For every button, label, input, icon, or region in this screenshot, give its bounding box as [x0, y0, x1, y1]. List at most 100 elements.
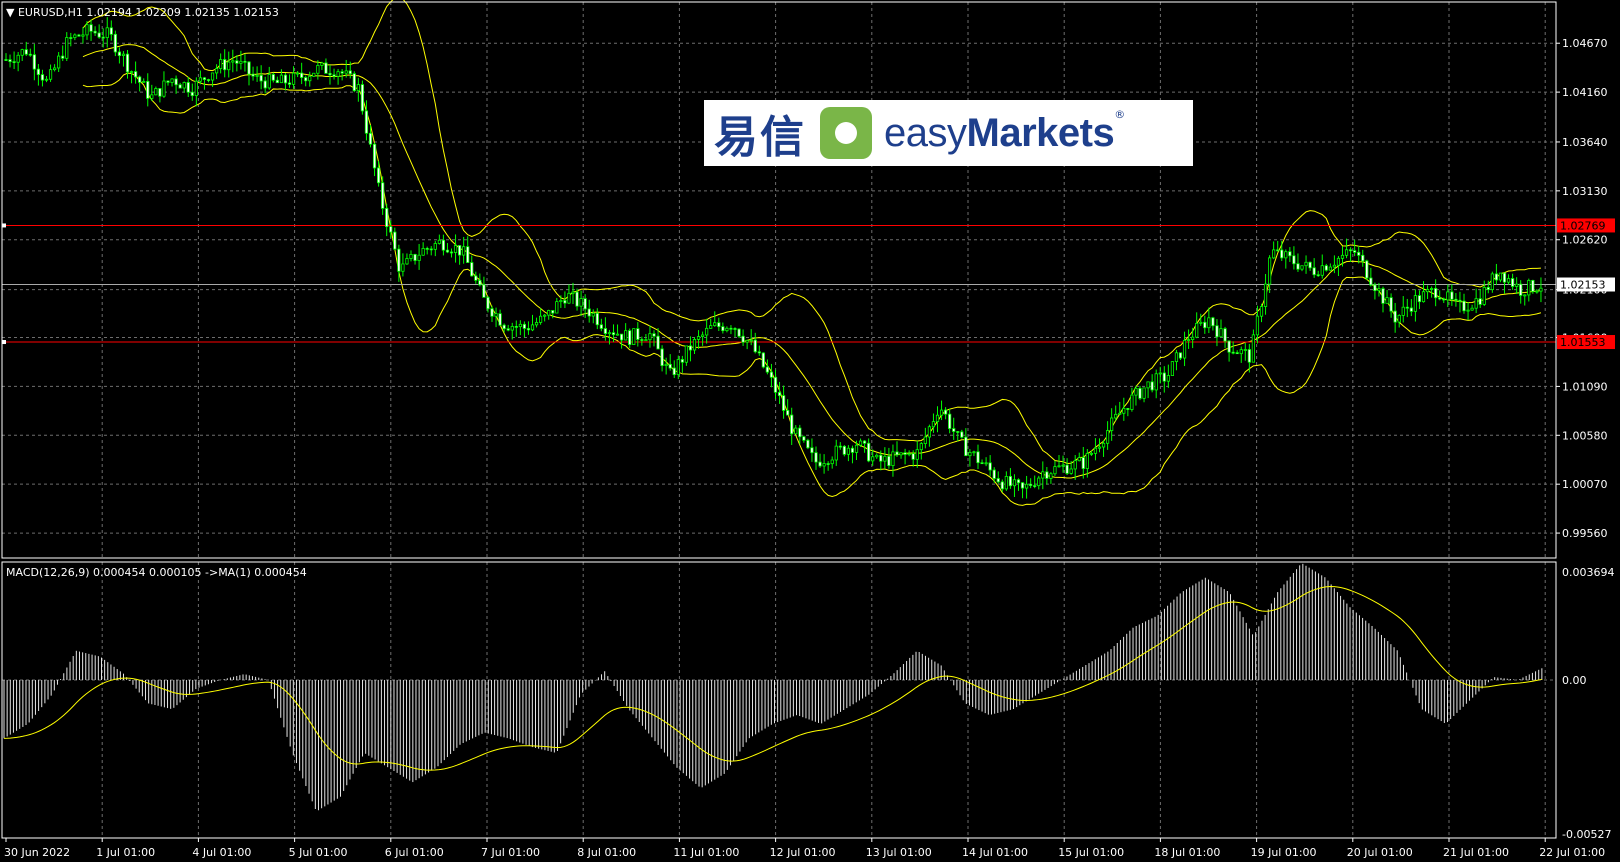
- candle-body: [620, 333, 624, 341]
- candle-body: [749, 339, 753, 342]
- candle-body: [530, 324, 535, 331]
- candle-body: [474, 275, 478, 281]
- candle-body: [1199, 321, 1203, 324]
- candle-body: [1438, 297, 1442, 300]
- candle-body: [915, 449, 919, 460]
- candle-body: [1498, 272, 1503, 281]
- candle-body: [1037, 477, 1041, 487]
- candle-body: [105, 27, 109, 38]
- candle-body: [1162, 372, 1166, 382]
- candle-body: [1203, 321, 1207, 329]
- candle-body: [449, 251, 454, 254]
- candle-body: [1296, 263, 1300, 270]
- candle-body: [1482, 287, 1486, 305]
- candle-body: [1268, 257, 1272, 285]
- candle-body: [117, 51, 121, 56]
- candle-body: [842, 445, 846, 455]
- candle-body: [1373, 284, 1377, 292]
- candle-body: [761, 352, 765, 368]
- x-tick-label: 11 Jul 01:00: [673, 846, 739, 859]
- candle-body: [259, 74, 263, 82]
- x-tick-label: 21 Jul 01:00: [1443, 846, 1509, 859]
- candle-body: [425, 248, 429, 250]
- candle-body: [794, 427, 798, 435]
- brand-cn: 易信: [714, 112, 806, 163]
- candle-body: [291, 72, 296, 85]
- candle-body: [960, 431, 964, 438]
- easymarkets-logo: 易信 easyMarkets ®: [704, 100, 1193, 166]
- candle-body: [206, 79, 211, 81]
- candle-body: [146, 80, 150, 99]
- candle-body: [599, 324, 603, 329]
- candle-body: [1247, 349, 1251, 363]
- candle-body: [1154, 373, 1158, 391]
- candle-body: [1539, 287, 1543, 292]
- candle-body: [498, 313, 502, 326]
- candle-body: [210, 72, 215, 81]
- candle-body: [927, 426, 932, 438]
- candle-body: [863, 440, 867, 444]
- candle-body: [44, 78, 49, 81]
- price-line-label: 1.01553: [1560, 336, 1606, 349]
- candle-body: [709, 325, 713, 329]
- candle-body: [1389, 297, 1393, 312]
- candle-body: [466, 246, 470, 263]
- candle-body: [1065, 464, 1069, 474]
- candle-body: [154, 88, 158, 96]
- candle-body: [587, 308, 591, 317]
- candle-body: [822, 463, 826, 467]
- y-tick-label: 1.04160: [1562, 86, 1608, 99]
- candle-body: [660, 348, 664, 367]
- candle-body: [1458, 299, 1462, 302]
- candle-body: [40, 74, 45, 81]
- candle-body: [976, 451, 980, 464]
- macd-tick-label: 0.003694: [1562, 566, 1615, 579]
- candle-body: [603, 328, 608, 334]
- candle-body: [1377, 288, 1381, 292]
- candle-body: [846, 447, 851, 455]
- candle-body: [956, 431, 960, 433]
- candle-body: [65, 37, 69, 59]
- candle-body: [1166, 375, 1170, 382]
- candle-body: [834, 445, 838, 461]
- candle-body: [741, 335, 745, 343]
- candle-body: [214, 68, 219, 74]
- candle-body: [1450, 291, 1454, 300]
- candle-body: [814, 452, 818, 463]
- candle-body: [717, 322, 721, 328]
- candle-body: [263, 80, 267, 89]
- candle-body: [1340, 254, 1345, 259]
- candle-body: [883, 455, 887, 462]
- candle-body: [595, 312, 599, 326]
- candle-body: [178, 84, 182, 89]
- candle-body: [445, 249, 450, 253]
- candle-body: [32, 54, 36, 70]
- candle-body: [453, 245, 458, 253]
- x-tick-label: 18 Jul 01:00: [1154, 846, 1220, 859]
- candle-body: [806, 439, 810, 449]
- candle-body: [818, 461, 822, 467]
- candle-body: [988, 462, 992, 471]
- candle-body: [510, 326, 514, 331]
- candle-body: [28, 53, 32, 56]
- candle-body: [672, 367, 676, 376]
- candle-body: [1324, 265, 1328, 271]
- candle-body: [8, 59, 12, 62]
- chart-title: ▼ EURUSD,H1 1.02194 1.02209 1.02135 1.02…: [6, 6, 279, 19]
- candle-body: [1486, 287, 1490, 290]
- candle-body: [1069, 468, 1073, 474]
- candle-body: [555, 301, 559, 314]
- candle-body: [830, 459, 834, 465]
- candle-body: [1259, 306, 1264, 317]
- x-tick-label: 4 Jul 01:00: [192, 846, 251, 859]
- candle-body: [1033, 485, 1037, 487]
- candle-body: [579, 298, 583, 307]
- candle-body: [1000, 481, 1004, 490]
- candle-body: [1519, 283, 1523, 296]
- brand-en: easyMarkets: [884, 110, 1115, 155]
- candle-body: [952, 428, 956, 432]
- y-tick-label: 1.02620: [1562, 234, 1608, 247]
- candle-body: [1146, 381, 1150, 389]
- candle-body: [1401, 306, 1405, 316]
- candle-body: [1089, 452, 1093, 455]
